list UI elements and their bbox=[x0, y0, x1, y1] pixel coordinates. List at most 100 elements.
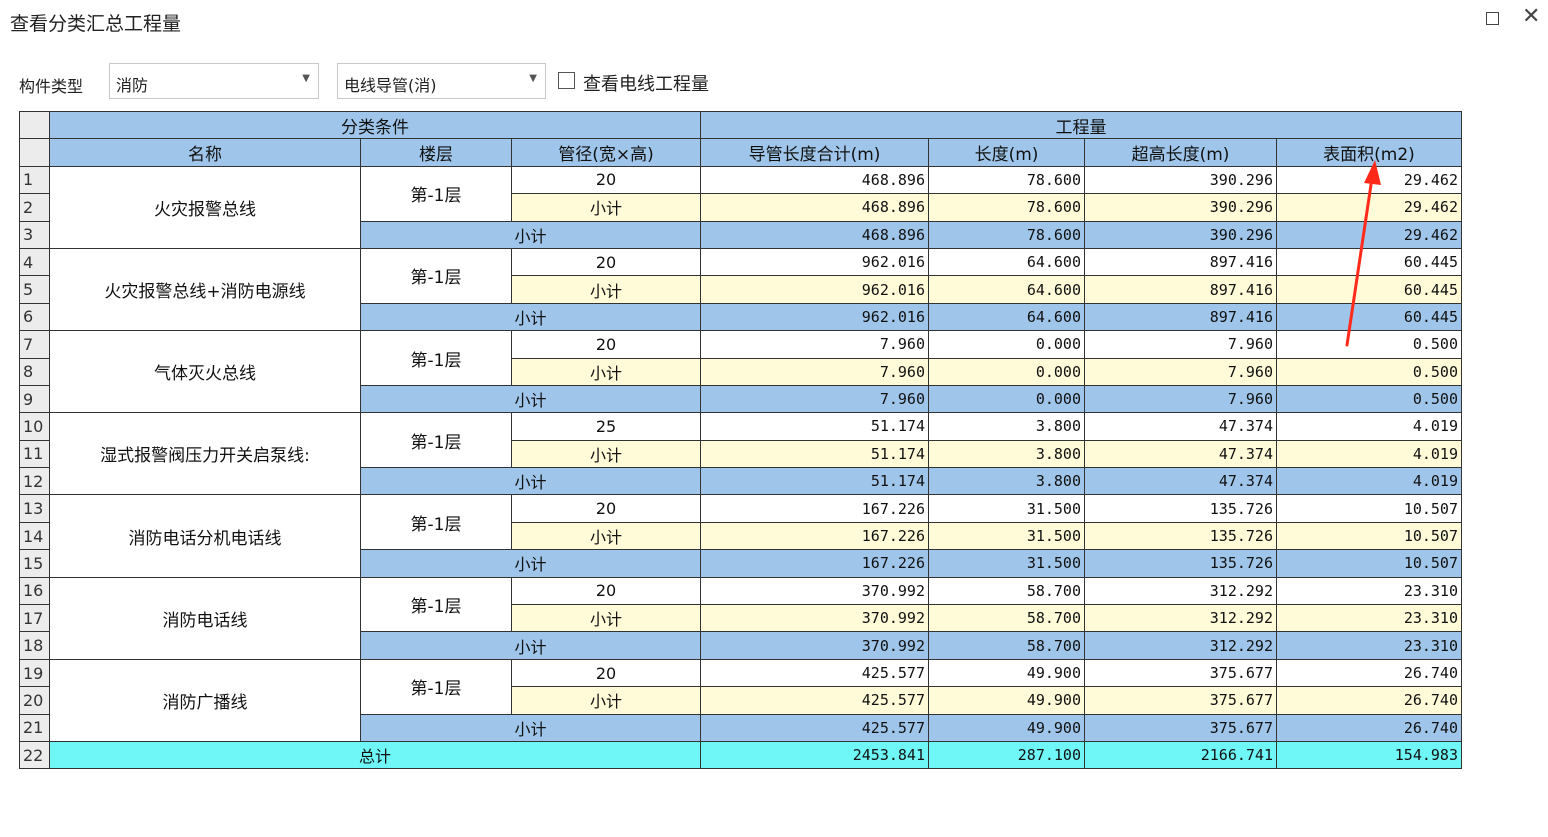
value-cell[interactable]: 3.800 bbox=[928, 467, 1085, 496]
floor-cell[interactable]: 第-1层 bbox=[360, 494, 512, 551]
row-number[interactable]: 18 bbox=[19, 631, 50, 660]
value-cell[interactable]: 58.700 bbox=[928, 576, 1085, 606]
value-cell[interactable]: 51.174 bbox=[700, 412, 929, 441]
value-cell[interactable]: 0.000 bbox=[928, 384, 1085, 414]
value-cell[interactable]: 78.600 bbox=[928, 220, 1085, 249]
component-type-select[interactable]: 消防 ▼ bbox=[109, 63, 319, 99]
value-cell[interactable]: 49.900 bbox=[928, 713, 1085, 742]
value-cell[interactable]: 0.000 bbox=[928, 330, 1085, 359]
subtotal-label[interactable]: 小计 bbox=[511, 604, 701, 633]
value-cell[interactable]: 7.960 bbox=[1084, 330, 1277, 359]
row-number[interactable]: 3 bbox=[19, 220, 50, 249]
value-cell[interactable]: 49.900 bbox=[928, 686, 1085, 715]
value-cell[interactable]: 7.960 bbox=[700, 330, 929, 359]
row-number[interactable]: 14 bbox=[19, 521, 50, 551]
value-cell[interactable]: 31.500 bbox=[928, 521, 1085, 551]
column-header[interactable]: 管径(宽×高) bbox=[511, 138, 701, 167]
value-cell[interactable]: 370.992 bbox=[700, 576, 929, 606]
value-cell[interactable]: 3.800 bbox=[928, 439, 1085, 469]
value-cell[interactable]: 47.374 bbox=[1084, 412, 1277, 441]
table-row[interactable]: 7 气体灭火总线 第-1层 20 7.960 0.000 7.960 0.500 bbox=[19, 330, 1462, 414]
value-cell[interactable]: 135.726 bbox=[1084, 521, 1277, 551]
row-number[interactable]: 8 bbox=[19, 357, 50, 386]
column-header[interactable]: 导管长度合计(m) bbox=[700, 138, 929, 167]
value-cell[interactable]: 64.600 bbox=[928, 302, 1085, 332]
name-cell[interactable]: 消防电话分机电话线 bbox=[49, 494, 361, 578]
value-cell[interactable]: 7.960 bbox=[1084, 384, 1277, 414]
value-cell[interactable]: 26.740 bbox=[1276, 658, 1462, 688]
value-cell[interactable]: 4.019 bbox=[1276, 412, 1462, 441]
row-number[interactable]: 16 bbox=[19, 576, 50, 606]
subtotal-label[interactable]: 小计 bbox=[511, 686, 701, 715]
value-cell[interactable]: 962.016 bbox=[700, 302, 929, 332]
group-subtotal-label[interactable]: 小计 bbox=[360, 631, 701, 660]
row-number[interactable]: 17 bbox=[19, 604, 50, 633]
subtotal-label[interactable]: 小计 bbox=[511, 193, 701, 222]
table-row[interactable]: 4 火灾报警总线+消防电源线 第-1层 20 962.016 64.600 897.416 6… bbox=[19, 247, 1462, 332]
total-value-cell[interactable]: 154.983 bbox=[1276, 740, 1462, 770]
close-icon[interactable]: ✕ bbox=[1522, 6, 1540, 28]
column-header[interactable]: 超高长度(m) bbox=[1084, 138, 1277, 167]
name-cell[interactable]: 火灾报警总线+消防电源线 bbox=[49, 247, 361, 332]
value-cell[interactable]: 29.462 bbox=[1276, 193, 1462, 222]
value-cell[interactable]: 375.677 bbox=[1084, 713, 1277, 742]
value-cell[interactable]: 7.960 bbox=[1084, 357, 1277, 386]
row-number[interactable]: 21 bbox=[19, 713, 50, 742]
total-label[interactable]: 总计 bbox=[49, 740, 701, 770]
value-cell[interactable]: 29.462 bbox=[1276, 165, 1462, 195]
subtotal-label[interactable]: 小计 bbox=[511, 275, 701, 304]
value-cell[interactable]: 0.500 bbox=[1276, 384, 1462, 414]
value-cell[interactable]: 47.374 bbox=[1084, 467, 1277, 496]
value-cell[interactable]: 370.992 bbox=[700, 631, 929, 660]
column-header[interactable]: 楼层 bbox=[360, 138, 512, 167]
table-row[interactable]: 16 消防电话线 第-1层 20 370.992 58.700 312.292 23.310 bbox=[19, 576, 1462, 660]
value-cell[interactable]: 375.677 bbox=[1084, 686, 1277, 715]
group-subtotal-label[interactable]: 小计 bbox=[360, 713, 701, 742]
value-cell[interactable]: 29.462 bbox=[1276, 220, 1462, 249]
total-value-cell[interactable]: 2166.741 bbox=[1084, 740, 1277, 770]
value-cell[interactable]: 0.500 bbox=[1276, 357, 1462, 386]
value-cell[interactable]: 468.896 bbox=[700, 165, 929, 195]
floor-cell[interactable]: 第-1层 bbox=[360, 165, 512, 222]
value-cell[interactable]: 135.726 bbox=[1084, 549, 1277, 578]
value-cell[interactable]: 78.600 bbox=[928, 165, 1085, 195]
row-number[interactable]: 6 bbox=[19, 302, 50, 332]
total-value-cell[interactable]: 2453.841 bbox=[700, 740, 929, 770]
value-cell[interactable]: 10.507 bbox=[1276, 521, 1462, 551]
row-number[interactable]: 10 bbox=[19, 412, 50, 441]
row-number[interactable]: 15 bbox=[19, 549, 50, 578]
row-number[interactable]: 13 bbox=[19, 494, 50, 523]
value-cell[interactable]: 7.960 bbox=[700, 384, 929, 414]
value-cell[interactable]: 312.292 bbox=[1084, 604, 1277, 633]
table-row[interactable]: 13 消防电话分机电话线 第-1层 20 167.226 31.500 135.726 10.… bbox=[19, 494, 1462, 578]
name-cell[interactable]: 消防电话线 bbox=[49, 576, 361, 660]
view-wire-checkbox[interactable] bbox=[558, 72, 575, 89]
floor-cell[interactable]: 第-1层 bbox=[360, 412, 512, 469]
diameter-cell[interactable]: 20 bbox=[511, 247, 701, 277]
row-number[interactable]: 22 bbox=[19, 740, 50, 770]
view-wire-checkbox-label[interactable]: 查看电线工程量 bbox=[583, 70, 709, 96]
row-number[interactable]: 20 bbox=[19, 686, 50, 715]
table-row[interactable]: 19 消防广播线 第-1层 20 425.577 49.900 375.677 26.740 bbox=[19, 658, 1462, 742]
value-cell[interactable]: 51.174 bbox=[700, 467, 929, 496]
value-cell[interactable]: 58.700 bbox=[928, 631, 1085, 660]
value-cell[interactable]: 49.900 bbox=[928, 658, 1085, 688]
value-cell[interactable]: 312.292 bbox=[1084, 576, 1277, 606]
value-cell[interactable]: 51.174 bbox=[700, 439, 929, 469]
column-header[interactable]: 表面积(m2) bbox=[1276, 138, 1462, 167]
total-row[interactable]: 22 总计 2453.841 287.100 2166.741 154.983 bbox=[19, 740, 1462, 770]
maximize-icon[interactable] bbox=[1486, 12, 1499, 25]
value-cell[interactable]: 10.507 bbox=[1276, 494, 1462, 523]
name-cell[interactable]: 气体灭火总线 bbox=[49, 330, 361, 414]
diameter-cell[interactable]: 20 bbox=[511, 494, 701, 523]
row-number[interactable]: 11 bbox=[19, 439, 50, 469]
value-cell[interactable]: 370.992 bbox=[700, 604, 929, 633]
diameter-cell[interactable]: 20 bbox=[511, 658, 701, 688]
row-number[interactable]: 9 bbox=[19, 384, 50, 414]
subtotal-label[interactable]: 小计 bbox=[511, 357, 701, 386]
column-header[interactable]: 长度(m) bbox=[928, 138, 1085, 167]
value-cell[interactable]: 26.740 bbox=[1276, 713, 1462, 742]
subtype-select[interactable]: 电线导管(消) ▼ bbox=[337, 63, 546, 99]
group-subtotal-label[interactable]: 小计 bbox=[360, 220, 701, 249]
value-cell[interactable]: 60.445 bbox=[1276, 247, 1462, 277]
